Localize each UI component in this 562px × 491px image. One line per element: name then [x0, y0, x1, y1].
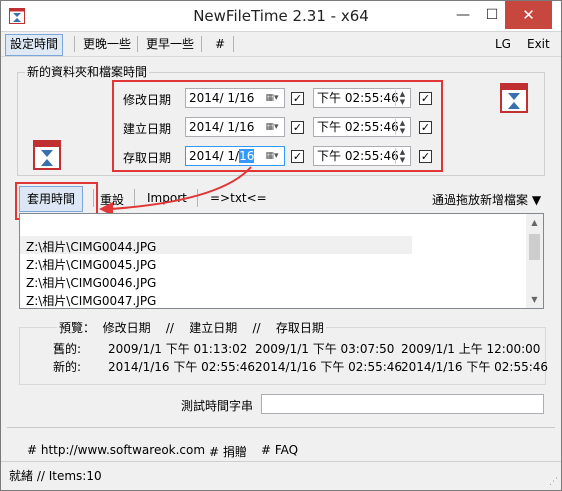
- arrow-path: [110, 166, 252, 210]
- preview-new-label: 新的:: [53, 360, 82, 374]
- status-text: 就緒 // Items:10: [9, 469, 102, 483]
- donate-link[interactable]: # 捐贈: [209, 443, 247, 460]
- file-list[interactable]: Z:\相片\CIMG0044.JPG Z:\相片\CIMG0045.JPG Z:…: [19, 213, 544, 309]
- list-item[interactable]: Z:\相片\CIMG0047.JPG: [26, 292, 156, 308]
- preview-old-modify: 2009/1/1 下午 01:13:02: [108, 342, 248, 356]
- test-time-input[interactable]: [261, 394, 544, 414]
- preview-old-label: 舊的:: [53, 342, 82, 356]
- app-window: NewFileTime 2.31 - x64 — ☐ ✕ 設定時間 更晚一些 更…: [0, 0, 562, 491]
- website-link[interactable]: # http://www.softwareok.com: [27, 443, 205, 457]
- preview-new-create: 2014/1/16 下午 02:55:46: [255, 360, 403, 374]
- footer-divider: [7, 427, 555, 428]
- scroll-down-icon[interactable]: ▼: [526, 291, 543, 308]
- preview-old-create: 2009/1/1 下午 03:07:50: [255, 342, 395, 356]
- list-item[interactable]: Z:\相片\CIMG0046.JPG: [26, 274, 156, 291]
- preview-old-access: 2009/1/1 上午 12:00:00: [401, 342, 541, 356]
- vertical-scrollbar[interactable]: ▲ ▼: [526, 214, 543, 308]
- faq-link[interactable]: # FAQ: [261, 443, 298, 457]
- scroll-up-icon[interactable]: ▲: [526, 214, 543, 231]
- list-item[interactable]: Z:\相片\CIMG0045.JPG: [26, 256, 156, 273]
- resize-grip-icon[interactable]: ⋰: [549, 477, 558, 487]
- list-item[interactable]: Z:\相片\CIMG0044.JPG: [26, 238, 156, 255]
- preview-new-access: 2014/1/16 下午 02:55:46: [401, 360, 549, 374]
- preview-header: 預覽： 修改日期 // 建立日期 // 存取日期: [57, 319, 326, 336]
- scroll-thumb[interactable]: [529, 234, 540, 260]
- test-time-label: 測試時間字串: [181, 399, 254, 413]
- preview-new-modify: 2014/1/16 下午 02:55:46: [108, 360, 256, 374]
